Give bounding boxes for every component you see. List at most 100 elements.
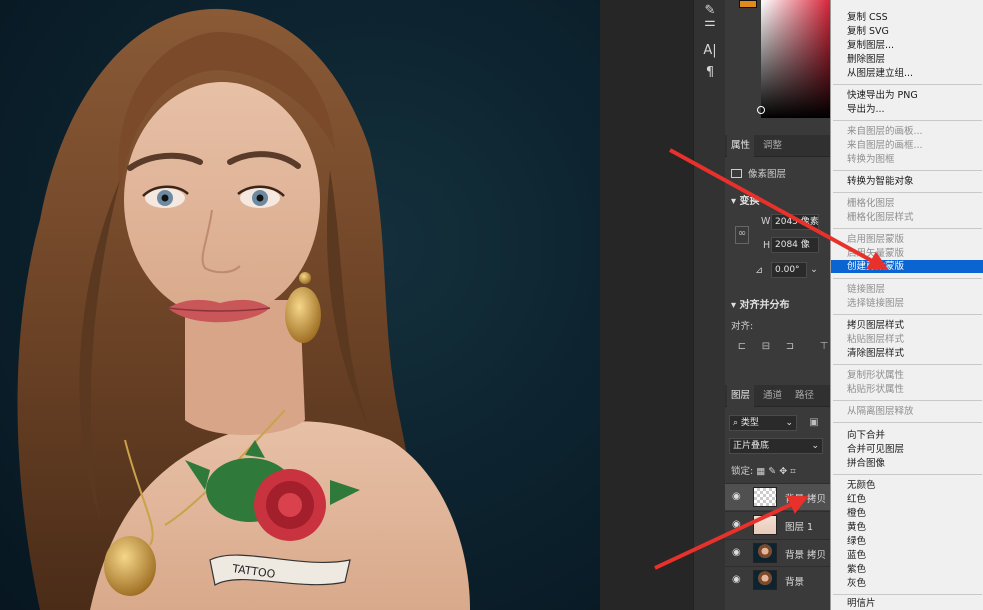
menu-separator (833, 170, 982, 171)
menu-item-color-violet[interactable]: 紫色 (831, 563, 983, 576)
menu-item-color-gray[interactable]: 灰色 (831, 577, 983, 590)
layer-row[interactable]: ◉ 背景 (725, 566, 830, 593)
menu-item-copy-shape-attributes[interactable]: 复制形状属性 (831, 369, 983, 382)
menu-separator (833, 594, 982, 595)
layer-name: 图层 1 (785, 522, 814, 533)
menu-item-release-from-isolation[interactable]: 从隔离图层释放 (831, 405, 983, 418)
layer-thumbnail (753, 543, 777, 563)
menu-item-paste-layer-style[interactable]: 粘贴图层样式 (831, 333, 983, 346)
menu-item-merge-down[interactable]: 向下合并 (831, 429, 983, 442)
align-left-icon[interactable]: ⊏ (735, 340, 749, 354)
eye-icon[interactable]: ◉ (732, 519, 744, 531)
image-layer-icon (731, 169, 742, 178)
angle-dropdown-icon[interactable]: ⌄ (810, 264, 818, 275)
filter-image-icon[interactable]: ▣ (807, 416, 821, 430)
menu-item-convert-smart-object[interactable]: 转换为智能对象 (831, 175, 983, 188)
menu-item-artboard-from-layers[interactable]: 来自图层的画板... (831, 125, 983, 138)
tool-column: ✎ ⚌ A| ¶ (693, 0, 725, 610)
eye-icon[interactable]: ◉ (732, 574, 744, 586)
align-top-icon[interactable]: ⊤ (817, 340, 830, 354)
sliders-icon[interactable]: ⚌ (701, 14, 719, 32)
eye-icon[interactable]: ◉ (732, 491, 744, 503)
menu-item-color-none[interactable]: 无颜色 (831, 479, 983, 492)
tab-channels[interactable]: 通道 (759, 385, 786, 407)
tab-adjustments[interactable]: 调整 (759, 135, 786, 157)
align-right-icon[interactable]: ⊐ (783, 340, 797, 354)
menu-separator (833, 474, 982, 475)
align-center-icon[interactable]: ⊟ (759, 340, 773, 354)
layer-row[interactable]: ◉ 背景 拷贝 (725, 539, 830, 566)
foreground-color-swatch[interactable] (739, 0, 757, 8)
height-prefix: H (763, 240, 771, 251)
tab-layers[interactable]: 图层 (727, 385, 755, 407)
layer-filter-dropdown[interactable]: ⌕ 类型 ⌄ (729, 415, 797, 431)
height-field[interactable]: 2084 像 (771, 237, 819, 253)
tab-paths[interactable]: 路径 (791, 385, 818, 407)
menu-item-rasterize-layer[interactable]: 栅格化图层 (831, 197, 983, 210)
menu-separator (833, 84, 982, 85)
chevron-down-icon: ⌄ (785, 418, 793, 428)
menu-item-color-orange[interactable]: 橙色 (831, 507, 983, 520)
width-field[interactable]: 2045 像素 (771, 214, 819, 230)
menu-item-postcard[interactable]: 明信片 (831, 597, 983, 610)
menu-item-delete-layer[interactable]: 删除图层 (831, 53, 983, 66)
menu-item-group-from-layers[interactable]: 从图层建立组... (831, 67, 983, 80)
color-picker-field[interactable] (761, 0, 830, 118)
chevron-down-icon: ▾ (731, 196, 740, 207)
layer-row[interactable]: ◉ 图层 1 (725, 511, 830, 538)
align-label: 对齐: (731, 321, 754, 332)
eye-icon[interactable]: ◉ (732, 547, 744, 559)
text-tool-icon[interactable]: A| (701, 42, 719, 60)
menu-item-enable-vector-mask[interactable]: 启用矢量蒙版 (831, 247, 983, 260)
color-picker-cursor[interactable] (757, 106, 765, 114)
layer-row[interactable]: ◉ 背景 拷贝 (725, 483, 830, 510)
menu-item-flatten-image[interactable]: 拼合图像 (831, 457, 983, 470)
menu-item-frame-from-layers[interactable]: 来自图层的画框... (831, 139, 983, 152)
pasteboard (600, 0, 693, 610)
menu-item-quick-export-png[interactable]: 快速导出为 PNG (831, 89, 983, 102)
menu-item-create-clipping-mask[interactable]: 创建剪贴蒙版 (831, 260, 983, 273)
layer-name: 背景 拷贝 (785, 494, 827, 505)
menu-separator (833, 364, 982, 365)
link-dimensions-icon[interactable]: ∞ (735, 226, 749, 244)
layer-name: 背景 (785, 577, 805, 588)
menu-item-color-red[interactable]: 红色 (831, 493, 983, 506)
menu-separator (833, 314, 982, 315)
menu-item-copy-layer-style[interactable]: 拷贝图层样式 (831, 319, 983, 332)
transform-section-title[interactable]: ▾ 变换 (731, 192, 760, 207)
menu-item-color-green[interactable]: 绿色 (831, 535, 983, 548)
menu-item-color-blue[interactable]: 蓝色 (831, 549, 983, 562)
document-canvas[interactable]: TATTOO (0, 0, 600, 610)
menu-item-color-yellow[interactable]: 黄色 (831, 521, 983, 534)
menu-item-paste-shape-attributes[interactable]: 粘贴形状属性 (831, 383, 983, 396)
lock-paint-icon[interactable]: ✎ (768, 466, 776, 477)
angle-field[interactable]: 0.00° (771, 262, 807, 278)
lock-row: 锁定: ▦ ✎ ✥ ⌗ (731, 463, 796, 477)
tab-properties[interactable]: 属性 (727, 135, 755, 157)
menu-item-copy-css[interactable]: 复制 CSS (831, 11, 983, 24)
layer-filter-value: 类型 (740, 418, 759, 428)
menu-item-convert-to-frame[interactable]: 转换为图框 (831, 153, 983, 166)
menu-item-enable-layer-mask[interactable]: 启用图层蒙版 (831, 233, 983, 246)
menu-item-duplicate-layer[interactable]: 复制图层... (831, 39, 983, 52)
menu-item-link-layers[interactable]: 链接图层 (831, 283, 983, 296)
lock-transparent-icon[interactable]: ▦ (756, 466, 765, 477)
width-prefix: W (761, 216, 771, 227)
menu-item-merge-visible[interactable]: 合并可见图层 (831, 443, 983, 456)
lock-move-icon[interactable]: ✥ (779, 466, 787, 477)
menu-separator (833, 120, 982, 121)
angle-icon: ⊿ (755, 265, 763, 276)
layer-thumbnail (753, 487, 777, 507)
align-section-title[interactable]: ▾ 对齐并分布 (731, 296, 790, 311)
lock-artboard-icon[interactable]: ⌗ (790, 466, 795, 477)
blend-mode-value: 正片叠底 (733, 441, 770, 451)
menu-item-rasterize-layer-style[interactable]: 栅格化图层样式 (831, 211, 983, 224)
lock-label: 锁定: (731, 466, 754, 477)
menu-item-clear-layer-style[interactable]: 清除图层样式 (831, 347, 983, 360)
menu-separator (833, 192, 982, 193)
blend-mode-dropdown[interactable]: 正片叠底 ⌄ (729, 438, 823, 454)
menu-item-copy-svg[interactable]: 复制 SVG (831, 25, 983, 38)
menu-item-select-linked-layers[interactable]: 选择链接图层 (831, 297, 983, 310)
paragraph-icon[interactable]: ¶ (701, 64, 719, 82)
menu-item-export-as[interactable]: 导出为... (831, 103, 983, 116)
